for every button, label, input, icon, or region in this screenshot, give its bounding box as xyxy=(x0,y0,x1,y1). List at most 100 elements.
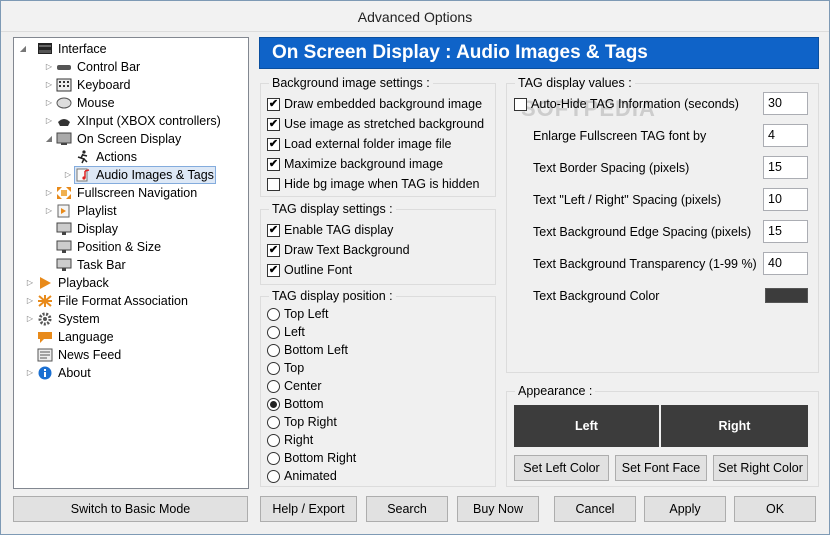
autohide-seconds-input[interactable]: 30 xyxy=(763,92,808,115)
checkbox[interactable]: ✔ xyxy=(267,118,280,131)
group-title: Background image settings : xyxy=(269,76,433,90)
radio-button[interactable] xyxy=(267,344,280,357)
about-icon xyxy=(38,366,52,380)
radio-button[interactable] xyxy=(267,416,280,429)
checkbox-label: Use image as stretched background xyxy=(284,117,485,131)
checkbox[interactable] xyxy=(267,178,280,191)
checkbox[interactable]: ✔ xyxy=(267,98,280,111)
system-icon xyxy=(38,312,52,326)
language-icon xyxy=(38,332,52,343)
lr-spacing-input[interactable]: 10 xyxy=(763,188,808,211)
tree-item-playlist[interactable]: ▷ Playlist xyxy=(18,202,243,220)
help-export-button[interactable]: Help / Export xyxy=(260,496,357,522)
tree-item-audio-images-tags[interactable]: ▷ Audio Images & Tags xyxy=(18,166,243,184)
tree-item-xinput[interactable]: ▷ XInput (XBOX controllers) xyxy=(18,112,243,130)
tree-item-playback[interactable]: ▷ Playback xyxy=(18,274,243,292)
border-spacing-input[interactable]: 15 xyxy=(763,156,808,179)
tree-expander[interactable]: ◢ xyxy=(18,40,28,58)
tree-expander[interactable]: ▷ xyxy=(25,292,35,310)
tree-item-mouse[interactable]: ▷ Mouse xyxy=(18,94,243,112)
ok-button[interactable]: OK xyxy=(734,496,816,522)
switch-basic-mode-button[interactable]: Switch to Basic Mode xyxy=(13,496,248,522)
keyboard-icon xyxy=(56,78,72,92)
osd-icon xyxy=(56,132,72,145)
tree-expander[interactable]: ▷ xyxy=(44,94,54,112)
tree-item-label: Playback xyxy=(58,276,109,290)
interface-icon xyxy=(38,43,52,54)
actions-icon xyxy=(77,150,88,164)
tree-item-label: Interface xyxy=(58,42,107,56)
tree-item-label: Task Bar xyxy=(77,258,126,272)
checkbox-label: Enable TAG display xyxy=(284,223,394,237)
set-font-face-button[interactable]: Set Font Face xyxy=(615,455,707,481)
tree-item-about[interactable]: ▷ About xyxy=(18,364,243,382)
tree-item-fullscreen-navigation[interactable]: ▷ Fullscreen Navigation xyxy=(18,184,243,202)
title-bar: Advanced Options xyxy=(1,1,829,32)
tree-item-control-bar[interactable]: ▷ Control Bar xyxy=(18,58,243,76)
tree-item-label: Audio Images & Tags xyxy=(96,168,214,182)
xinput-icon xyxy=(58,119,70,126)
tree-item-system[interactable]: ▷ System xyxy=(18,310,243,328)
news-icon xyxy=(37,348,53,362)
advanced-options-window: Advanced Options ◢ Interface ▷ Control B… xyxy=(0,0,830,535)
enlarge-font-input[interactable]: 4 xyxy=(763,124,808,147)
tree-item-position-size[interactable]: Position & Size xyxy=(18,238,243,256)
checkbox[interactable]: ✔ xyxy=(267,138,280,151)
transparency-input[interactable]: 40 xyxy=(763,252,808,275)
tree-item-label: Fullscreen Navigation xyxy=(77,186,198,200)
tree-item-display[interactable]: Display xyxy=(18,220,243,238)
search-button[interactable]: Search xyxy=(366,496,448,522)
checkbox[interactable]: ✔ xyxy=(267,244,280,257)
set-left-color-button[interactable]: Set Left Color xyxy=(514,455,609,481)
tree-expander[interactable]: ▷ xyxy=(44,76,54,94)
radio-label: Bottom xyxy=(284,397,324,411)
tree-item-news-feed[interactable]: News Feed xyxy=(18,346,243,364)
tree-item-interface[interactable]: ◢ Interface xyxy=(18,40,243,58)
checkbox-label: Hide bg image when TAG is hidden xyxy=(284,177,480,191)
buy-now-button[interactable]: Buy Now xyxy=(457,496,539,522)
tree-item-keyboard[interactable]: ▷ Keyboard xyxy=(18,76,243,94)
tree-expander[interactable]: ▷ xyxy=(25,364,35,382)
radio-button[interactable] xyxy=(267,434,280,447)
checkbox[interactable]: ✔ xyxy=(267,264,280,277)
tree-expander[interactable]: ◢ xyxy=(44,130,54,148)
tree-item-actions[interactable]: Actions xyxy=(18,148,243,166)
transparency-label: Text Background Transparency (1-99 %) xyxy=(533,257,757,271)
apply-button[interactable]: Apply xyxy=(644,496,726,522)
checkbox[interactable]: ✔ xyxy=(267,224,280,237)
set-right-color-button[interactable]: Set Right Color xyxy=(713,455,808,481)
tree-item-file-format-association[interactable]: ▷ File Format Association xyxy=(18,292,243,310)
tree-expander[interactable]: ▷ xyxy=(63,166,73,184)
cancel-button[interactable]: Cancel xyxy=(554,496,636,522)
group-title: TAG display values : xyxy=(515,76,635,90)
radio-label: Right xyxy=(284,433,314,447)
options-tree[interactable]: ◢ Interface ▷ Control Bar ▷ Keyboard ▷ M… xyxy=(13,37,249,489)
radio-label: Top xyxy=(284,361,305,375)
bg-color-swatch[interactable] xyxy=(765,288,808,303)
tree-expander[interactable]: ▷ xyxy=(44,58,54,76)
tree-expander[interactable]: ▷ xyxy=(44,202,54,220)
checkbox[interactable] xyxy=(514,98,527,111)
lr-spacing-label: Text "Left / Right" Spacing (pixels) xyxy=(533,193,722,207)
radio-button[interactable] xyxy=(267,326,280,339)
radio-button[interactable] xyxy=(267,470,280,483)
tree-expander[interactable]: ▷ xyxy=(25,310,35,328)
checkbox-label: Outline Font xyxy=(284,263,353,277)
edge-spacing-input[interactable]: 15 xyxy=(763,220,808,243)
tree-expander[interactable]: ▷ xyxy=(25,274,35,292)
tree-item-language[interactable]: Language xyxy=(18,328,243,346)
tree-item-task-bar[interactable]: Task Bar xyxy=(18,256,243,274)
checkbox-label: Draw embedded background image xyxy=(284,97,483,111)
radio-button[interactable] xyxy=(267,452,280,465)
tree-item-on-screen-display[interactable]: ◢ On Screen Display xyxy=(18,130,243,148)
tree-expander[interactable]: ▷ xyxy=(44,112,54,130)
radio-button[interactable] xyxy=(267,380,280,393)
checkbox[interactable]: ✔ xyxy=(267,158,280,171)
tree-expander[interactable]: ▷ xyxy=(44,184,54,202)
radio-button[interactable] xyxy=(267,362,280,375)
tree-item-label: News Feed xyxy=(58,348,122,362)
radio-label: Left xyxy=(284,325,305,339)
radio-button-selected[interactable] xyxy=(267,398,280,411)
radio-button[interactable] xyxy=(267,308,280,321)
audio-images-icon xyxy=(76,168,90,182)
